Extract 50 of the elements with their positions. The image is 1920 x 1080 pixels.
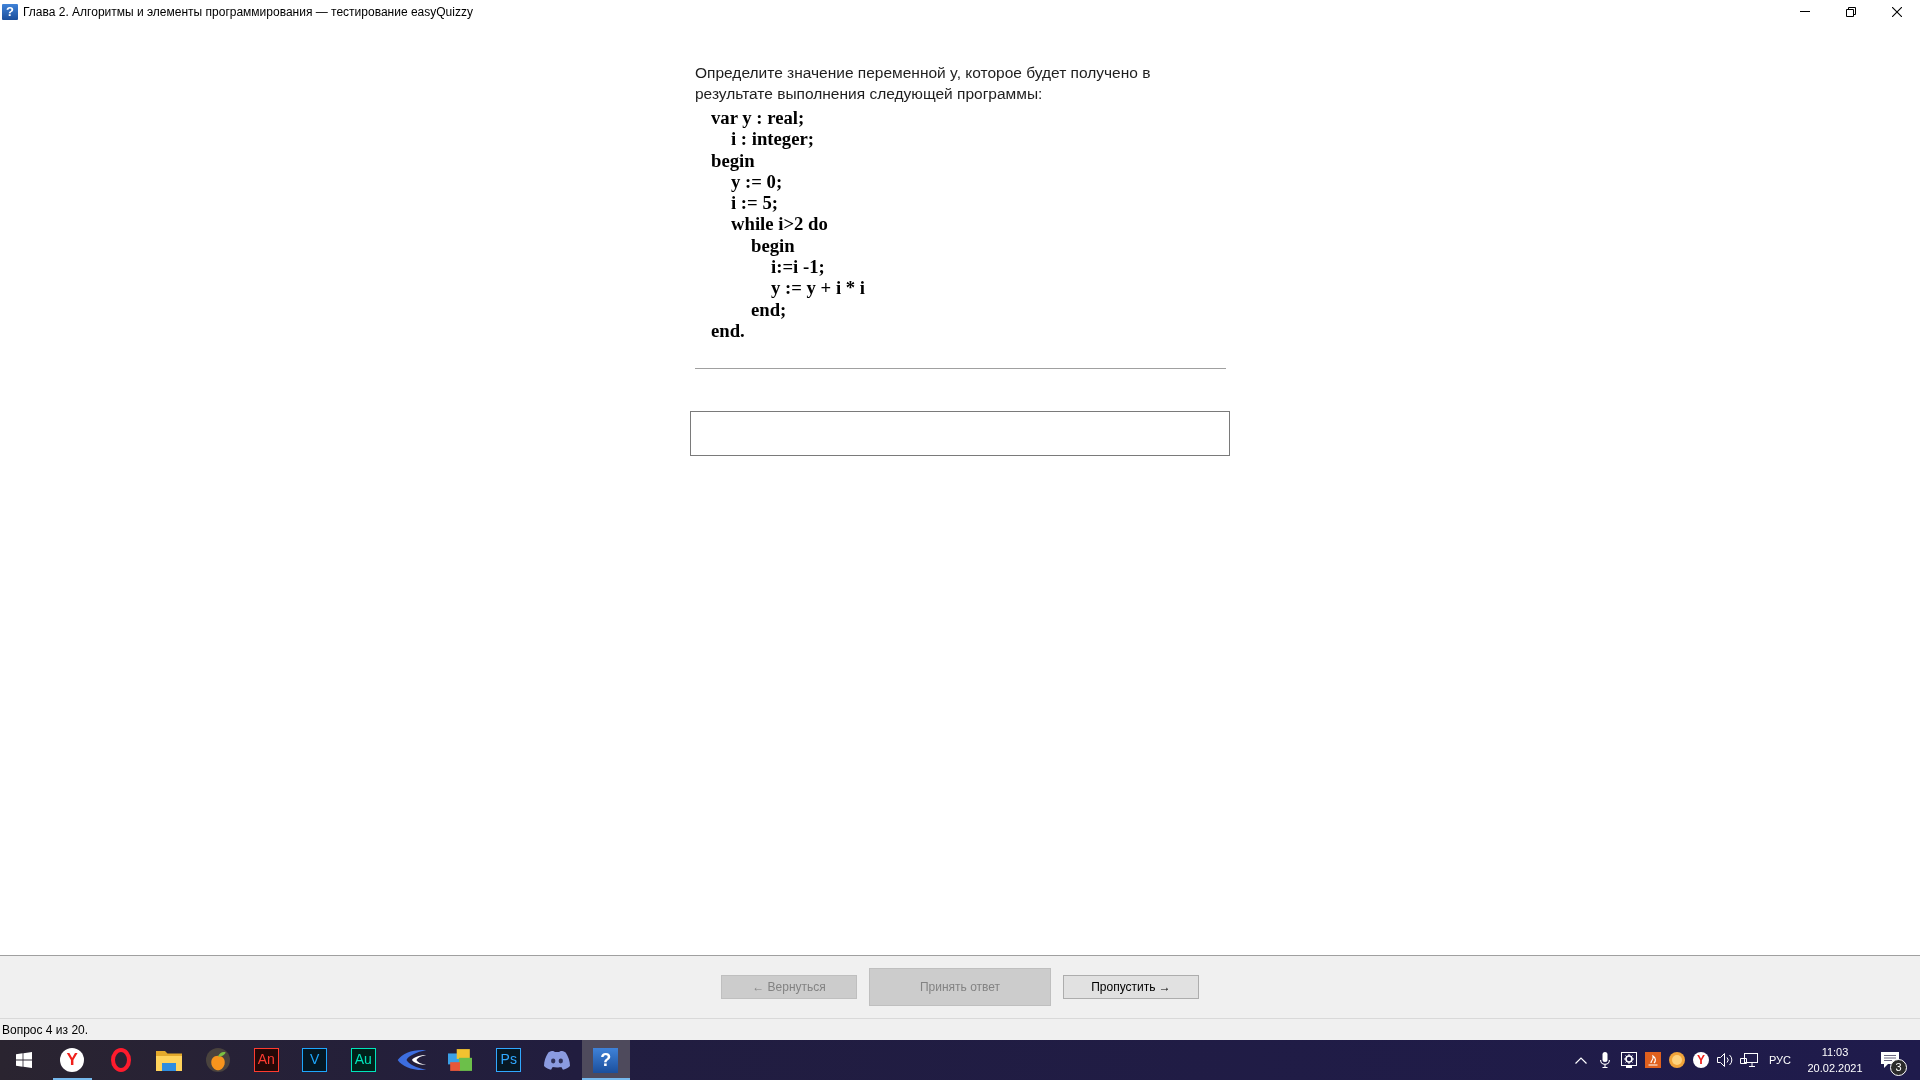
restore-icon[interactable] — [1846, 6, 1856, 17]
taskbar-button[interactable]: V — [290, 1040, 339, 1080]
monitor-gear-icon[interactable] — [1621, 1052, 1637, 1068]
taskbar-button[interactable]: An — [242, 1040, 291, 1080]
network-icon[interactable] — [1740, 1053, 1758, 1067]
folder-icon[interactable] — [156, 1049, 183, 1071]
code-line: y := y + i * i — [771, 277, 865, 299]
fruit-icon[interactable] — [205, 1048, 230, 1072]
letter-tile-icon[interactable]: V — [302, 1048, 328, 1072]
swoosh-icon[interactable] — [396, 1049, 427, 1071]
microphone-icon[interactable] — [1600, 1052, 1610, 1068]
close-icon[interactable] — [1892, 6, 1902, 17]
notification-badge: 3 — [1890, 1059, 1907, 1076]
code-line: end. — [711, 319, 745, 342]
status-text: Вопрос 4 из 20. — [2, 1022, 89, 1037]
ring-icon[interactable] — [110, 1048, 131, 1072]
code-line: begin — [751, 234, 795, 257]
letter-tile-icon[interactable]: An — [253, 1048, 279, 1072]
letter-tile-icon[interactable]: Ps — [496, 1048, 522, 1072]
question-text: Определите значение переменной y, которое будет получено в результате выполнения следующей программы: — [695, 63, 1152, 104]
skip-button[interactable]: Пропустить → — [1063, 975, 1199, 999]
taskbar-button[interactable]: Y — [48, 1040, 97, 1080]
taskbar-button[interactable]: Ps — [484, 1040, 533, 1080]
letter-disc-icon[interactable]: Y — [60, 1048, 85, 1072]
code-line: y := 0; — [731, 170, 783, 193]
question-tile-icon[interactable]: ? — [593, 1047, 619, 1073]
code-line: i:=i -1; — [771, 256, 825, 278]
clock-date[interactable]: 20.02.2021 — [1807, 1060, 1863, 1076]
code-line: begin — [711, 149, 755, 171]
window-title: Глава 2. Алгоритмы и элементы программирования — тестирование easyQuizzy — [23, 4, 473, 19]
code-line: i := 5; — [731, 192, 778, 214]
chevron-up-icon[interactable] — [1575, 1056, 1587, 1064]
note-tile-icon[interactable] — [1645, 1052, 1661, 1068]
taskbar-button[interactable]: ? — [581, 1040, 630, 1080]
letter-tile-icon[interactable]: Au — [350, 1048, 376, 1072]
question-tile-icon: ? — [2, 3, 18, 20]
taskbar-button[interactable]: Au — [339, 1040, 388, 1080]
letter-disc-icon[interactable]: Y — [1693, 1052, 1709, 1068]
code-line: end; — [751, 298, 787, 320]
volume-icon[interactable] — [1717, 1053, 1733, 1067]
disc-icon[interactable] — [1669, 1052, 1685, 1068]
code-line: while i>2 do — [731, 213, 828, 235]
answer-field[interactable] — [690, 411, 1230, 457]
clock-time[interactable]: 11:03 — [1821, 1044, 1849, 1060]
photo-tiles-icon[interactable] — [448, 1049, 473, 1071]
controller-face-icon[interactable] — [544, 1050, 571, 1070]
language-indicator[interactable]: РУС — [1765, 1054, 1795, 1066]
window-panes-icon[interactable] — [16, 1052, 32, 1068]
code-line: i : integer; — [731, 128, 815, 150]
code-line: var y : real; — [711, 107, 805, 129]
